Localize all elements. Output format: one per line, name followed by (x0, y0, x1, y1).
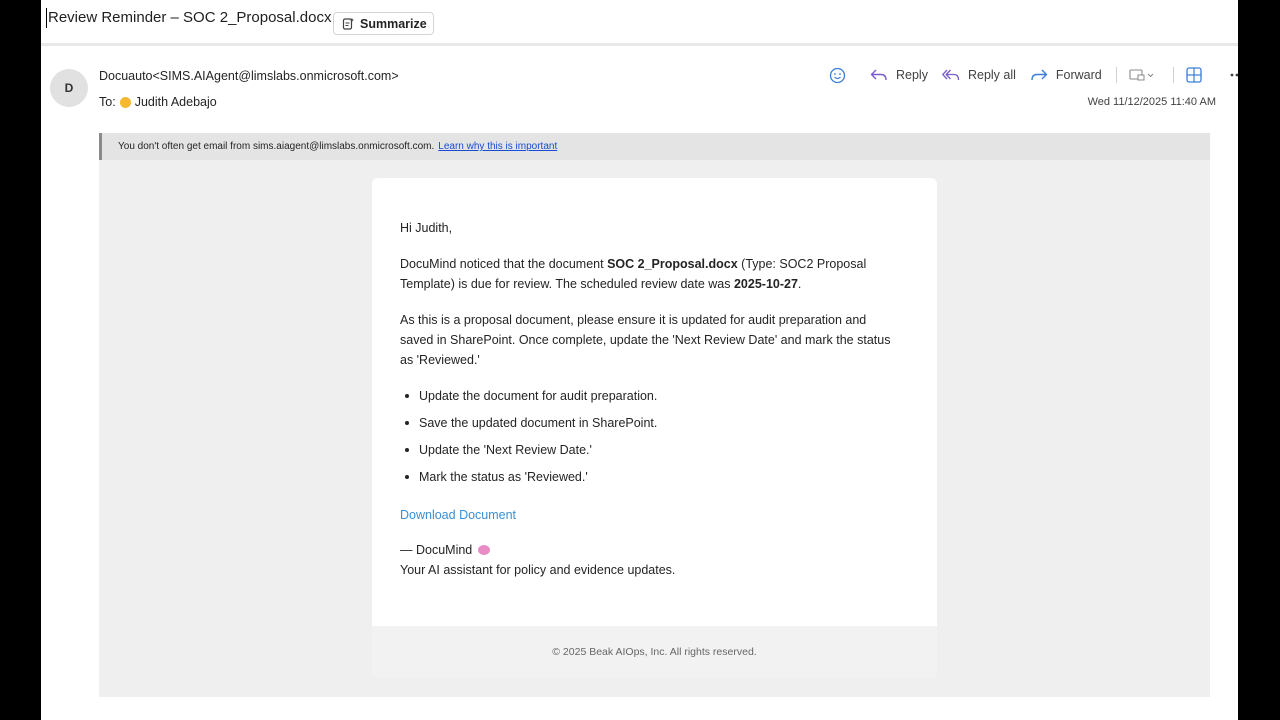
email-card: Hi Judith, DocuMind noticed that the doc… (372, 178, 937, 678)
review-date: 2025-10-27 (733, 277, 798, 291)
toolbar-divider (1172, 67, 1174, 83)
signature: — DocuMind (400, 540, 900, 560)
to-label: To: (99, 95, 116, 109)
reply-button[interactable]: Reply (870, 68, 928, 82)
download-document-link[interactable]: Download Document (400, 505, 900, 525)
received-date: Wed 11/12/2025 11:40 AM (1087, 96, 1216, 108)
intro-paragraph: DocuMind noticed that the document SOC 2… (400, 254, 900, 294)
sender-avatar[interactable]: D (50, 69, 88, 107)
email-reading-pane: Review Reminder – SOC 2_Proposal.docx Su… (41, 0, 1238, 720)
reply-icon (870, 69, 887, 81)
apps-dropdown-button[interactable] (1129, 68, 1163, 82)
list-item: Update the document for audit preparatio… (400, 386, 900, 406)
reply-all-icon (942, 69, 960, 81)
more-icon (1230, 73, 1238, 77)
intro-text-c: . (797, 277, 802, 291)
summarize-label: Summarize (360, 16, 427, 31)
list-item: Save the updated document in SharePoint. (400, 413, 900, 433)
email-footer: © 2025 Beak AIOps, Inc. All rights reser… (372, 626, 937, 678)
email-content: Hi Judith, DocuMind noticed that the doc… (400, 218, 900, 580)
apps-icon (1129, 69, 1154, 81)
summarize-icon (342, 18, 354, 30)
signature-name: — DocuMind (400, 543, 473, 557)
forward-icon (1031, 69, 1048, 81)
learn-why-link[interactable]: Learn why this is important (438, 141, 557, 152)
message-body-area: You don't often get email from sims.aiag… (99, 133, 1210, 697)
email-subject[interactable]: Review Reminder – SOC 2_Proposal.docx (48, 9, 331, 26)
react-button[interactable] (829, 67, 854, 84)
instructions-paragraph: As this is a proposal document, please e… (400, 313, 891, 367)
subject-bar: Review Reminder – SOC 2_Proposal.docx Su… (41, 0, 1238, 46)
smiley-icon (829, 67, 846, 83)
banner-text: You don't often get email from sims.aiag… (118, 141, 435, 152)
intro-text-a: DocuMind noticed that the document (400, 257, 608, 271)
brain-emoji-icon (478, 545, 491, 555)
recipient-status-icon (119, 96, 131, 108)
grid-view-icon (1186, 67, 1202, 83)
recipient-name[interactable]: Judith Adebajo (135, 95, 217, 109)
sender-address[interactable]: Docuauto<SIMS.AIAgent@limslabs.onmicroso… (99, 69, 399, 83)
summarize-button[interactable]: Summarize (333, 12, 434, 35)
text-caret (46, 8, 47, 28)
view-grid-button[interactable] (1186, 67, 1210, 83)
task-list: Update the document for audit preparatio… (400, 386, 900, 487)
forward-label: Forward (1055, 68, 1102, 82)
list-item: Mark the status as 'Reviewed.' (400, 467, 900, 487)
more-actions-button[interactable] (1230, 73, 1238, 77)
recipient-line: To: Judith Adebajo (99, 95, 217, 109)
toolbar-divider (1115, 67, 1117, 83)
document-name: SOC 2_Proposal.docx (607, 257, 738, 271)
message-actions: Reply Reply all Forward (829, 64, 1238, 86)
reply-all-label: Reply all (967, 68, 1016, 82)
list-item: Update the 'Next Review Date.' (400, 440, 900, 460)
signature-tagline: Your AI assistant for policy and evidenc… (400, 563, 676, 577)
greeting: Hi Judith, (400, 221, 453, 235)
external-sender-banner: You don't often get email from sims.aiag… (99, 133, 1210, 160)
forward-button[interactable]: Forward (1030, 68, 1102, 82)
reply-all-button[interactable]: Reply all (942, 68, 1016, 82)
reply-label: Reply (896, 68, 928, 82)
